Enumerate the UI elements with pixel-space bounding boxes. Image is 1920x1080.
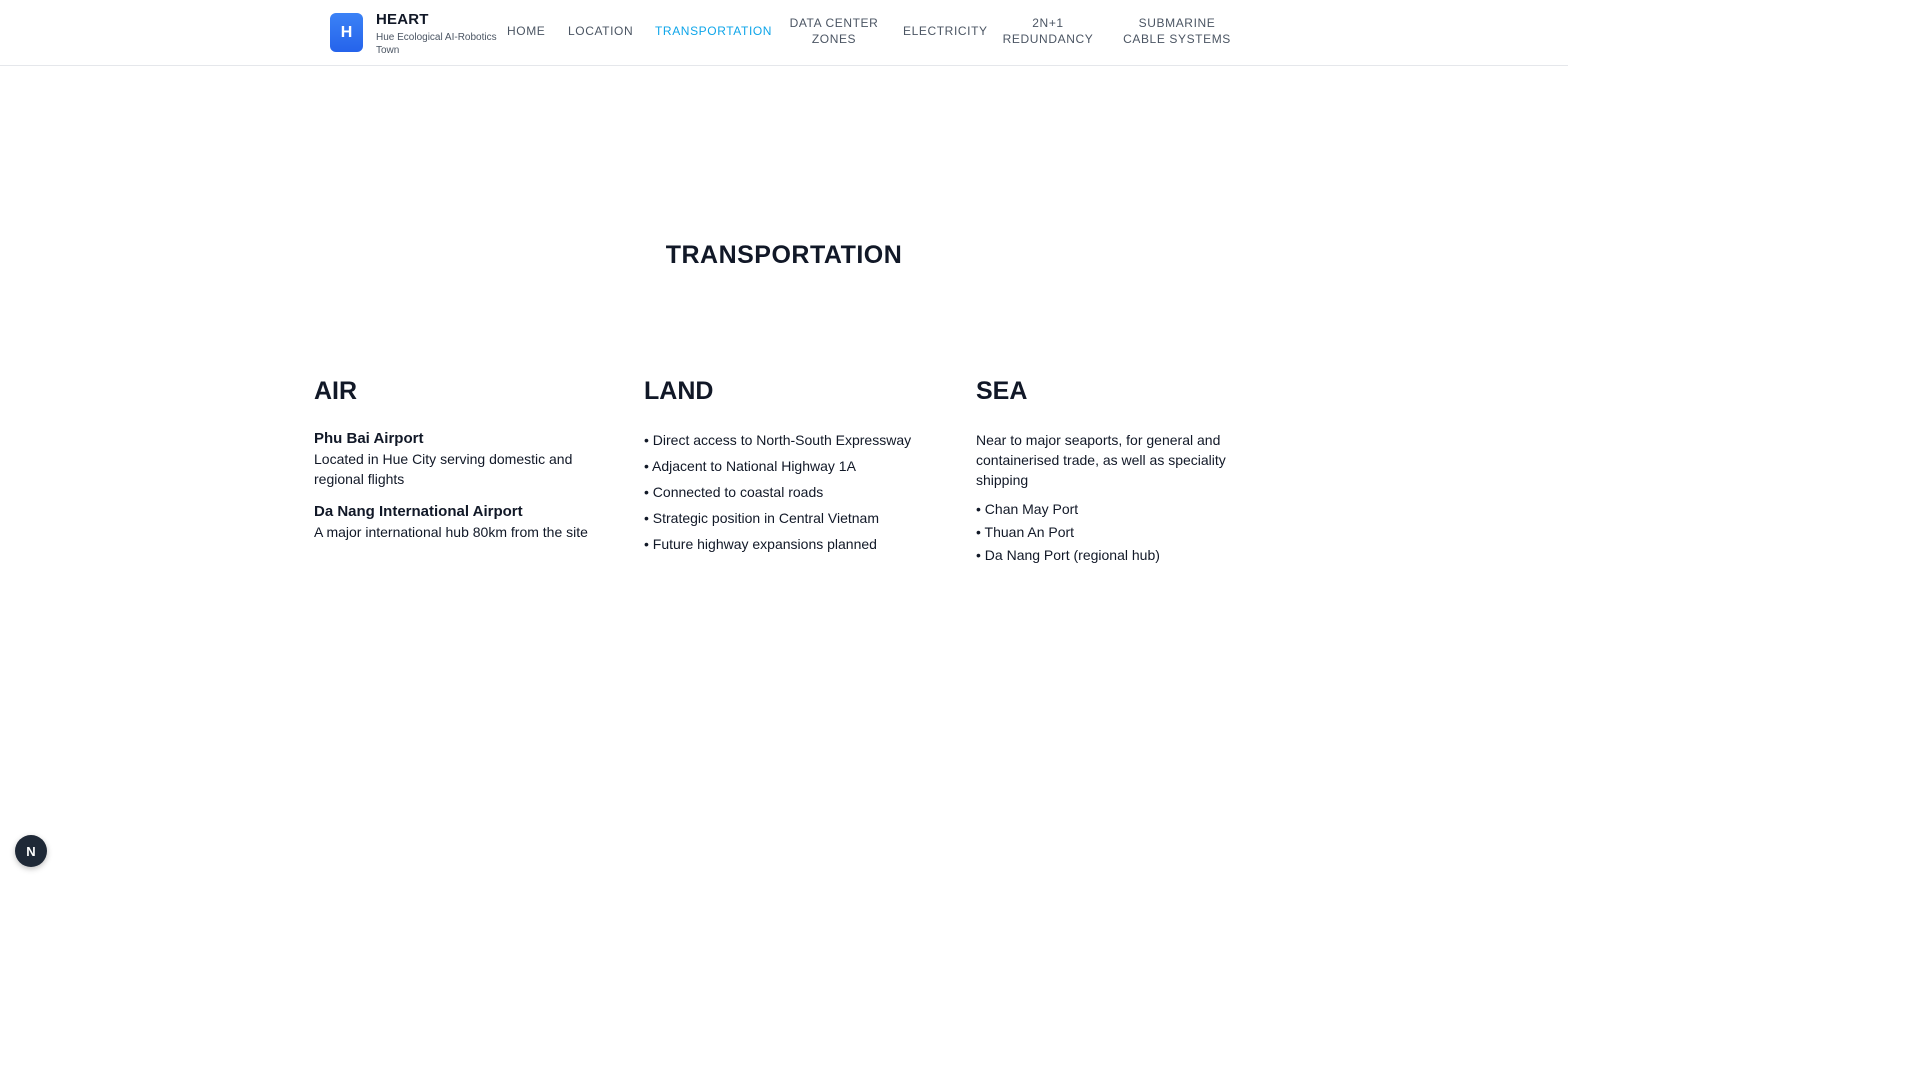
brand-subtitle: Hue Ecological AI-Robotics Town bbox=[376, 32, 497, 56]
air-heading: AIR bbox=[314, 377, 358, 405]
nav-electricity[interactable]: ELECTRICITY bbox=[903, 23, 988, 39]
nextjs-devtools-badge-icon[interactable]: N bbox=[15, 835, 47, 867]
land-bullet: • Direct access to North-South Expresswa… bbox=[644, 432, 912, 448]
brand-text: HEART Hue Ecological AI-Robotics Town bbox=[376, 11, 508, 57]
nav-redundancy[interactable]: 2N+1 REDUNDANCY bbox=[1002, 15, 1094, 47]
sea-intro: Near to major seaports, for general and … bbox=[976, 432, 1226, 488]
top-navbar: H HEART Hue Ecological AI-Robotics Town … bbox=[0, 0, 1568, 66]
airport-description: A major international hub 80km from the … bbox=[314, 524, 588, 540]
brand-title: HEART bbox=[376, 11, 429, 28]
land-bullet: • Future highway expansions planned bbox=[644, 536, 877, 552]
airport-description: Located in Hue City serving domestic and… bbox=[314, 451, 573, 487]
brand-logo-icon[interactable]: H bbox=[330, 13, 363, 52]
nav-transportation[interactable]: TRANSPORTATION bbox=[655, 23, 772, 39]
sea-column: SEA Near to major seaports, for general … bbox=[976, 377, 1236, 568]
page-title: TRANSPORTATION bbox=[665, 241, 903, 269]
air-column: AIR Phu Bai Airport Located in Hue City … bbox=[314, 377, 604, 556]
land-bullet: • Adjacent to National Highway 1A bbox=[644, 458, 856, 474]
airport-name: Phu Bai Airport bbox=[314, 430, 424, 447]
land-bullet: • Strategic position in Central Vietnam bbox=[644, 510, 879, 526]
sea-bullet: • Da Nang Port (regional hub) bbox=[976, 547, 1160, 563]
nav-home[interactable]: HOME bbox=[507, 23, 545, 39]
airport-name: Da Nang International Airport bbox=[314, 503, 523, 520]
nav-data-center-zones[interactable]: DATA CENTER ZONES bbox=[788, 15, 880, 47]
land-bullet: • Connected to coastal roads bbox=[644, 484, 824, 500]
land-column: LAND • Direct access to North-South Expr… bbox=[644, 377, 934, 560]
air-item: Da Nang International Airport A major in… bbox=[314, 503, 604, 542]
sea-bullet: • Chan May Port bbox=[976, 501, 1079, 517]
sea-bullet: • Thuan An Port bbox=[976, 524, 1075, 540]
air-item: Phu Bai Airport Located in Hue City serv… bbox=[314, 430, 604, 489]
nav-submarine-cable-systems[interactable]: SUBMARINE CABLE SYSTEMS bbox=[1117, 15, 1237, 47]
nav-location[interactable]: LOCATION bbox=[568, 23, 633, 39]
sea-heading: SEA bbox=[976, 377, 1028, 405]
land-heading: LAND bbox=[644, 377, 714, 405]
brand[interactable]: H HEART Hue Ecological AI-Robotics Town bbox=[330, 11, 508, 57]
